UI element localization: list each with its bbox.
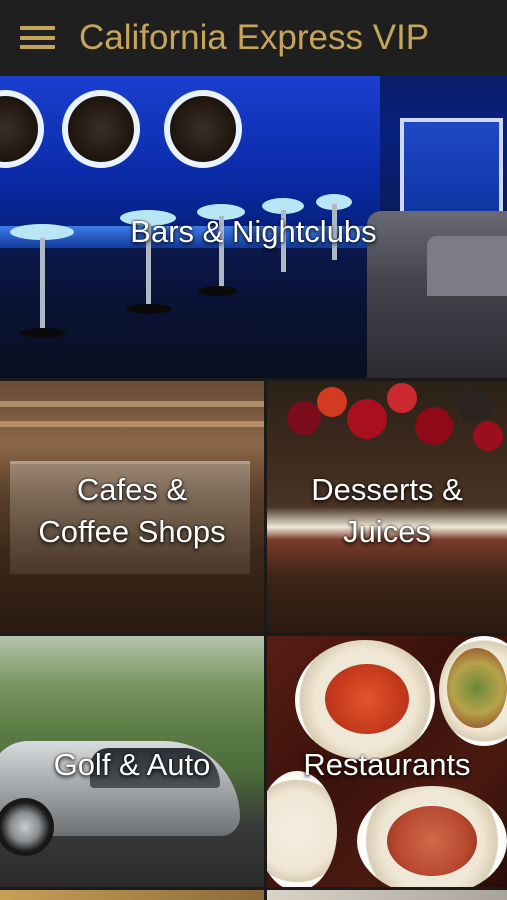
hamburger-menu-icon[interactable]: [20, 26, 55, 49]
porthole-decor: [62, 90, 140, 168]
category-label-cafes-coffee-shops: Cafes & Coffee Shops: [38, 472, 226, 549]
category-tile-bars-nightclubs[interactable]: Bars & Nightclubs: [0, 76, 507, 378]
cherry-decor: [473, 421, 503, 451]
category-tile-cafes-coffee-shops[interactable]: Cafes & Coffee Shops: [0, 381, 264, 633]
stool-base: [198, 286, 238, 296]
app-bar: California Express VIP: [0, 0, 507, 76]
category-tile-golf-auto[interactable]: Golf & Auto: [0, 636, 264, 887]
wheel-decor: [0, 798, 54, 856]
category-tile-partial[interactable]: [0, 890, 264, 900]
salad-decor: [447, 648, 507, 728]
stool-base: [126, 304, 172, 314]
blackberry-decor: [457, 389, 491, 423]
category-label-restaurants: Restaurants: [303, 747, 471, 782]
tile-image-desserts: [287, 401, 321, 435]
strawberry-decor: [317, 387, 347, 417]
app-title: California Express VIP: [79, 18, 430, 57]
cherry-decor: [347, 399, 387, 439]
cherry-decor: [415, 407, 453, 445]
stool-base: [20, 328, 66, 338]
plate-decor: [267, 771, 337, 887]
porthole-decor: [164, 90, 242, 168]
category-label-desserts-juices: Desserts & Juices: [311, 472, 463, 549]
meat-decor: [387, 806, 477, 876]
shelf-decor: [0, 421, 264, 427]
category-tile-desserts-juices[interactable]: Desserts & Juices: [267, 381, 507, 633]
category-label-bars-nightclubs: Bars & Nightclubs: [130, 214, 377, 249]
shelf-decor: [0, 401, 264, 407]
strawberry-decor: [387, 383, 417, 413]
category-tile-restaurants[interactable]: Restaurants: [267, 636, 507, 887]
category-tile-partial[interactable]: [267, 890, 507, 900]
category-label-golf-auto: Golf & Auto: [53, 747, 211, 782]
pasta-decor: [325, 664, 409, 734]
